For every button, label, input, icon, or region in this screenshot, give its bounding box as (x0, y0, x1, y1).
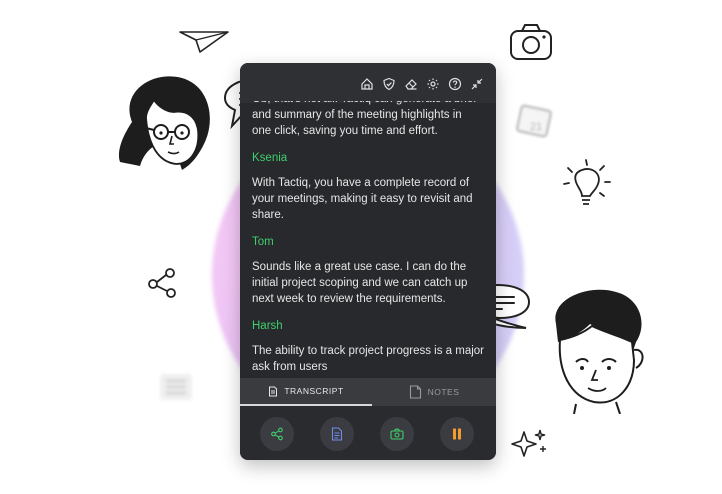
transcript-message: The ability to track project progress is… (252, 345, 484, 373)
calendar-doodle-icon: 21 (516, 104, 552, 138)
gear-icon[interactable] (426, 77, 440, 91)
woman-avatar-illustration (118, 76, 210, 170)
notes-doc-icon (409, 385, 421, 399)
screenshot-button[interactable] (380, 417, 414, 451)
speaker-name: Harsh (252, 320, 283, 332)
transcript-message: Ob, that's not all! Tactiq can generate … (252, 101, 476, 137)
collapse-icon[interactable] (470, 77, 484, 91)
camera-icon (390, 428, 404, 440)
tab-notes-label: NOTES (427, 387, 460, 397)
list-doodle-icon (160, 374, 192, 400)
transcript-message: Sounds like a great use case. I can do t… (252, 261, 468, 305)
transcript-doc-icon (269, 386, 278, 396)
tab-transcript[interactable]: TRANSCRIPT (240, 378, 372, 406)
pause-icon (453, 428, 461, 440)
document-icon (331, 427, 343, 441)
panel-tabs: TRANSCRIPT NOTES (240, 378, 496, 406)
panel-toolbar (240, 63, 496, 103)
share-button[interactable] (260, 417, 294, 451)
camera-doodle-icon (510, 24, 552, 60)
help-icon[interactable] (448, 77, 462, 91)
tab-notes[interactable]: NOTES (372, 378, 496, 406)
tab-transcript-label: TRANSCRIPT (284, 386, 344, 396)
share-doodle-icon (148, 268, 176, 298)
paper-plane-icon (179, 31, 229, 53)
share-icon (271, 427, 283, 441)
tactiq-panel: Ob, that's not all! Tactiq can generate … (240, 63, 496, 460)
eraser-icon[interactable] (404, 77, 418, 91)
speaker-name: Tom (252, 236, 274, 248)
transcript-message: With Tactiq, you have a complete record … (252, 177, 473, 221)
man-avatar-illustration (555, 289, 644, 414)
svg-text:21: 21 (530, 121, 542, 133)
action-bar (240, 406, 496, 460)
home-icon[interactable] (360, 77, 374, 91)
shield-icon[interactable] (382, 77, 396, 91)
transcript-list: Ob, that's not all! Tactiq can generate … (252, 101, 484, 377)
document-button[interactable] (320, 417, 354, 451)
sparkle-icon (511, 429, 546, 457)
lightbulb-icon (563, 159, 611, 205)
pause-button[interactable] (440, 417, 474, 451)
speaker-name: Ksenia (252, 152, 288, 164)
